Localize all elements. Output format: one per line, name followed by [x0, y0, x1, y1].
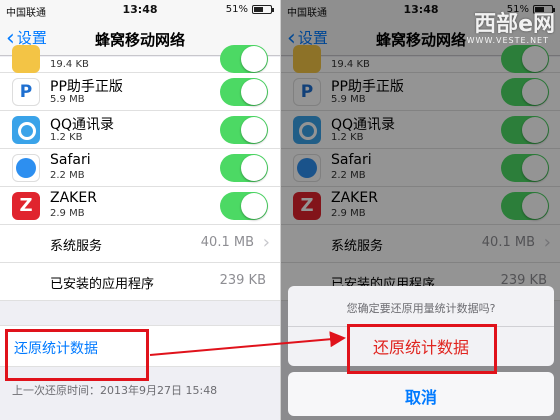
arrow-line — [149, 331, 346, 356]
comparison-screenshot: 中国联通 13:48 51% ‹ 设置 蜂窝移动网络 19.4 KB P PP助手… — [0, 0, 560, 420]
annotation-arrow — [149, 331, 346, 356]
